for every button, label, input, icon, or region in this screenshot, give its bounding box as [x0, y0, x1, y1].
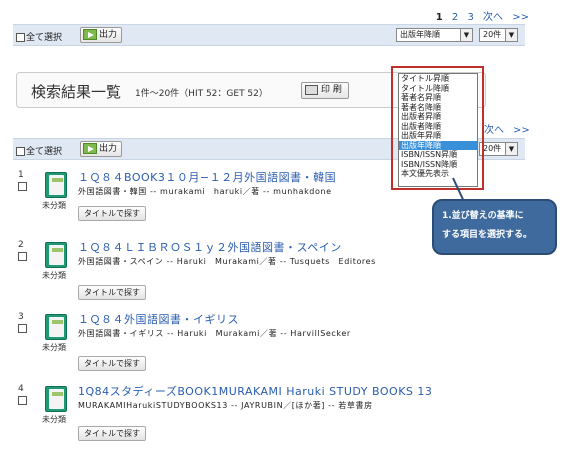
record-details: MURAKAMIHarukiSTUDYBOOKS13 -- JAYRUBIN／[…: [78, 401, 373, 410]
record-title-link[interactable]: １Ｑ８４外国語図書・イギリス: [78, 311, 239, 327]
record-checkbox[interactable]: [18, 324, 27, 333]
category-label: 未分類: [42, 343, 66, 352]
record-title-link[interactable]: 1Q84スタディーズBOOK1MURAKAMI Haruki STUDY BOO…: [78, 383, 432, 399]
toolbar-top: 全て選択 出力 出版年降順 ▼ 20件 ▼: [13, 24, 525, 46]
page-title: 検索結果一覧: [31, 83, 122, 101]
record-details: 外国語図書・スペイン -- Haruki Murakami／著 -- Tusqu…: [78, 257, 376, 266]
record-number: 1: [18, 170, 24, 180]
search-by-title-button[interactable]: タイトルで探す: [78, 356, 146, 371]
callout-line-1: 1.並び替えの基準に: [442, 211, 524, 221]
sort-option[interactable]: 出版年昇順: [399, 131, 477, 141]
count-select[interactable]: 20件 ▼: [479, 142, 518, 156]
print-button-label: 印 刷: [321, 85, 342, 95]
checkbox-icon: [16, 33, 25, 42]
sort-option[interactable]: 本文優先表示: [399, 169, 477, 179]
record-title-link[interactable]: １Ｑ８４ＬＩＢＲＯＳ１ｙ２外国語図書・スペイン: [78, 239, 342, 255]
record-number: 2: [18, 240, 24, 250]
sort-option[interactable]: タイトル降順: [399, 84, 477, 94]
category-label: 未分類: [42, 201, 66, 210]
output-button[interactable]: 出力: [80, 141, 123, 157]
sort-option[interactable]: 出版者昇順: [399, 112, 477, 122]
record-details: 外国語図書・韓国 -- murakami haruki／著 -- munhakd…: [78, 187, 332, 196]
record-checkbox[interactable]: [18, 182, 27, 191]
page-next-link[interactable]: 次へ: [483, 12, 503, 23]
record-title-link[interactable]: １Ｑ８４BOOK3１０月−１２月外国語図書・韓国: [78, 169, 336, 185]
book-icon: 未分類: [42, 172, 70, 212]
sort-select[interactable]: 出版年降順 ▼: [396, 28, 473, 42]
chevron-down-icon: ▼: [505, 29, 517, 41]
output-button-label: 出力: [99, 144, 118, 154]
print-button[interactable]: 印 刷: [301, 82, 349, 99]
search-by-title-button[interactable]: タイトルで探す: [78, 206, 146, 221]
category-label: 未分類: [42, 415, 66, 424]
record-number: 4: [18, 384, 24, 394]
book-icon: 未分類: [42, 314, 70, 354]
category-label: 未分類: [42, 271, 66, 280]
book-icon: 未分類: [42, 242, 70, 282]
count-select-value: 20件: [483, 30, 502, 39]
page-last-link[interactable]: >>: [512, 12, 529, 23]
page-current: 1: [435, 12, 443, 23]
page-next-link[interactable]: 次へ: [484, 125, 504, 136]
record-details: 外国語図書・イギリス -- Haruki Murakami／著 -- Harvi…: [78, 329, 351, 338]
export-arrow-icon: [83, 29, 97, 40]
sort-option[interactable]: ISBN/ISSN降順: [399, 160, 477, 170]
select-all-checkbox[interactable]: 全て選択: [16, 30, 62, 43]
sort-select-value: 出版年降順: [400, 30, 440, 39]
chevron-down-icon: ▼: [460, 29, 472, 41]
sort-option[interactable]: 著者名降順: [399, 103, 477, 113]
pager-top: 1 2 3 次へ >>: [430, 8, 529, 23]
select-all-checkbox[interactable]: 全て選択: [16, 144, 62, 157]
record-checkbox[interactable]: [18, 252, 27, 261]
select-all-label: 全て選択: [26, 33, 63, 43]
sort-option[interactable]: 著者名昇順: [399, 93, 477, 103]
page-last-link[interactable]: >>: [513, 125, 530, 136]
sort-option-selected[interactable]: 出版年降順: [399, 140, 477, 150]
sort-option[interactable]: 出版者降順: [399, 122, 477, 132]
output-button[interactable]: 出力: [80, 27, 123, 43]
record-checkbox[interactable]: [18, 396, 27, 405]
output-button-label: 出力: [99, 30, 118, 40]
checkbox-icon: [16, 147, 25, 156]
callout-line-2: する項目を選択する。: [442, 230, 533, 240]
record-number: 3: [18, 312, 24, 322]
book-icon: 未分類: [42, 386, 70, 426]
printer-icon: [305, 84, 318, 95]
count-select[interactable]: 20件 ▼: [479, 28, 518, 42]
select-all-label: 全て選択: [26, 147, 63, 157]
result-count: 1件〜20件（HIT 52：GET 52）: [135, 89, 268, 99]
instruction-callout: 1.並び替えの基準に する項目を選択する。: [432, 199, 557, 255]
page-link-2[interactable]: 2: [452, 12, 458, 23]
chevron-down-icon: ▼: [505, 143, 517, 155]
search-by-title-button[interactable]: タイトルで探す: [78, 285, 146, 300]
pager-mid: 次へ >>: [484, 121, 539, 136]
count-select-value: 20件: [483, 144, 502, 153]
export-arrow-icon: [83, 143, 97, 154]
sort-option[interactable]: タイトル昇順: [399, 74, 477, 84]
page-link-3[interactable]: 3: [467, 12, 473, 23]
search-by-title-button[interactable]: タイトルで探す: [78, 426, 146, 441]
sort-dropdown-list[interactable]: タイトル昇順 タイトル降順 著者名昇順 著者名降順 出版者昇順 出版者降順 出版…: [398, 73, 478, 187]
sort-option[interactable]: ISBN/ISSN昇順: [399, 150, 477, 160]
